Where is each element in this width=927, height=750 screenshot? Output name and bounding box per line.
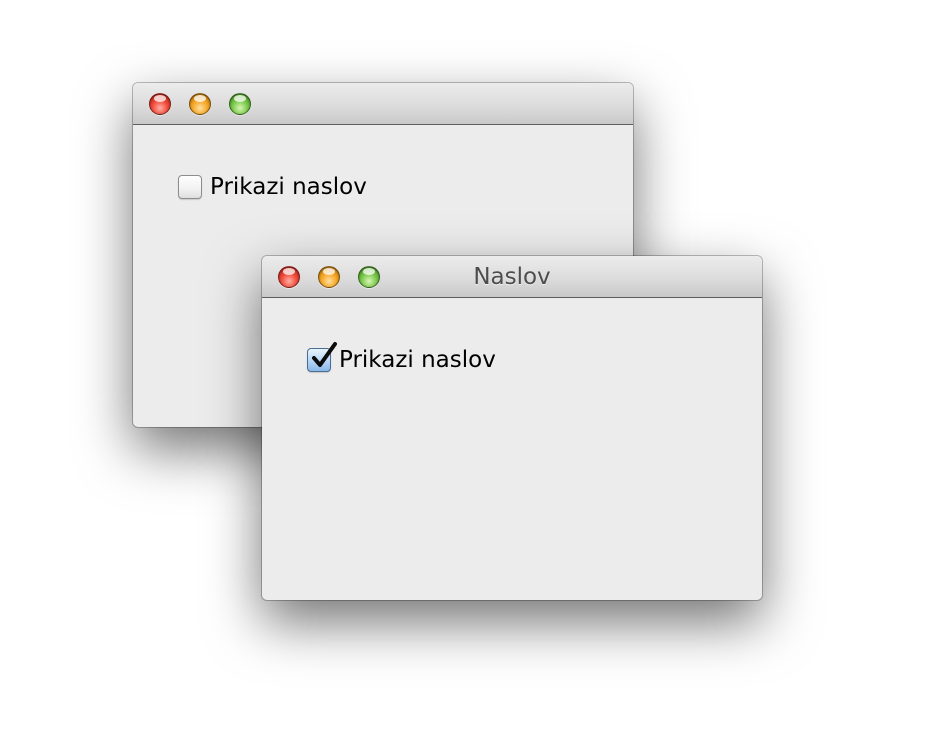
close-button[interactable] [149, 93, 171, 115]
title-bar[interactable] [133, 83, 633, 125]
show-title-checkbox-row[interactable]: Prikazi naslov [178, 174, 367, 200]
minimize-button[interactable] [189, 93, 211, 115]
show-title-checkbox-row[interactable]: Prikazi naslov [307, 342, 496, 373]
zoom-button[interactable] [229, 93, 251, 115]
title-bar[interactable]: Naslov [262, 256, 762, 298]
desktop: Prikazi naslov Naslov Prikazi naslov [0, 0, 927, 750]
window-title: Naslov [473, 264, 551, 290]
window-naslov: Naslov Prikazi naslov [262, 256, 762, 600]
window-content: Prikazi naslov [262, 298, 762, 600]
checkmark-icon [312, 342, 337, 367]
show-title-checkbox[interactable] [307, 342, 337, 372]
show-title-checkbox-label[interactable]: Prikazi naslov [210, 174, 367, 200]
show-title-checkbox-label[interactable]: Prikazi naslov [339, 347, 496, 373]
show-title-checkbox[interactable] [178, 175, 202, 199]
